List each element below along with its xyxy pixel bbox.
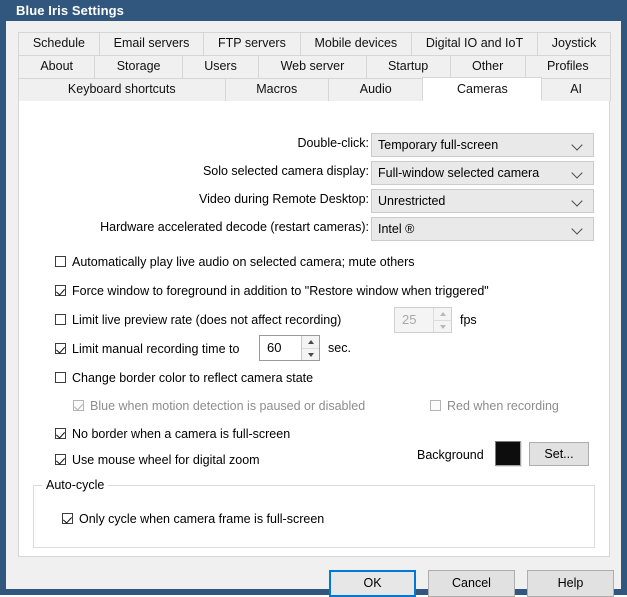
checkbox-box [55,285,66,296]
hardware-decode-row: Hardware accelerated decode (restart cam… [19,217,611,241]
auto-audio-checkbox[interactable]: Automatically play live audio on selecte… [55,255,415,275]
blue-paused-label: Blue when motion detection is paused or … [90,399,366,413]
force-foreground-label: Force window to foreground in addition t… [72,284,489,298]
red-recording-checkbox: Red when recording [430,399,559,419]
border-color-label: Change border color to reflect camera st… [72,371,314,385]
remote-desktop-select[interactable]: Unrestricted [371,189,594,213]
limit-manual-checkbox[interactable]: Limit manual recording time to [55,342,239,362]
solo-display-row: Solo selected camera display: Full-windo… [19,161,611,185]
fps-spinner[interactable]: 25 [394,307,452,333]
tab-other[interactable]: Other [449,55,526,78]
spinner-down-icon[interactable] [302,348,319,361]
fps-unit-label: fps [460,313,477,327]
fps-value: 25 [402,312,417,327]
remote-desktop-value: Unrestricted [378,194,446,208]
tab-digital-io-and-iot[interactable]: Digital IO and IoT [411,32,538,55]
checkbox-box [73,400,84,411]
spinner-up-icon[interactable] [434,308,451,320]
checkbox-box [55,256,66,267]
chevron-down-icon [571,218,585,240]
double-click-select[interactable]: Temporary full-screen [371,133,594,157]
seconds-unit-label: sec. [328,341,351,355]
tab-keyboard-shortcuts[interactable]: Keyboard shortcuts [18,78,226,101]
auto-audio-label: Automatically play live audio on selecte… [72,255,415,269]
only-cycle-checkbox[interactable]: Only cycle when camera frame is full-scr… [62,512,324,532]
tab-startup[interactable]: Startup [365,55,451,78]
checkbox-box [55,372,66,383]
cancel-button[interactable]: Cancel [428,570,515,597]
spinner-up-icon[interactable] [302,336,319,348]
background-color-swatch[interactable] [495,441,521,466]
ok-button[interactable]: OK [329,570,416,597]
tab-row-2: About Storage Users Web server Startup O… [18,55,611,78]
chevron-down-icon [571,162,585,184]
no-border-label: No border when a camera is full-screen [72,427,291,441]
limit-preview-checkbox[interactable]: Limit live preview rate (does not affect… [55,313,341,333]
tab-ftp-servers[interactable]: FTP servers [203,32,301,55]
blue-paused-checkbox: Blue when motion detection is paused or … [73,399,365,419]
checkbox-box [62,513,73,524]
remote-desktop-row: Video during Remote Desktop: Unrestricte… [19,189,611,213]
tab-cameras[interactable]: Cameras [422,77,543,101]
checkbox-box [55,428,66,439]
tab-users[interactable]: Users [181,55,260,78]
checkbox-box [55,454,66,465]
background-label: Background [417,448,484,462]
fps-spinner-buttons[interactable] [433,308,451,332]
spinner-down-icon[interactable] [434,320,451,333]
limit-manual-label: Limit manual recording time to [72,342,240,356]
solo-display-value: Full-window selected camera [378,166,540,180]
window-title: Blue Iris Settings [16,3,124,18]
tab-mobile-devices[interactable]: Mobile devices [299,32,412,55]
only-cycle-label: Only cycle when camera frame is full-scr… [79,512,325,526]
tab-email-servers[interactable]: Email servers [98,32,205,55]
tab-about[interactable]: About [18,55,96,78]
remote-desktop-label: Video during Remote Desktop: [198,192,369,206]
limit-preview-label: Limit live preview rate (does not affect… [72,313,342,327]
tab-web-server[interactable]: Web server [258,55,367,78]
hardware-decode-value: Intel ® [378,222,415,236]
tab-strip: Schedule Email servers FTP servers Mobil… [18,32,612,101]
tab-schedule[interactable]: Schedule [18,32,100,55]
checkbox-box [430,400,441,411]
solo-display-label: Solo selected camera display: [202,164,369,178]
double-click-row: Double-click: Temporary full-screen [19,133,611,157]
tab-row-1: Schedule Email servers FTP servers Mobil… [18,32,612,55]
tab-row-3: Keyboard shortcuts Macros Audio Cameras … [18,77,611,101]
seconds-value: 60 [267,340,282,355]
hardware-decode-label: Hardware accelerated decode (restart cam… [100,220,369,234]
settings-window: Blue Iris Settings Schedule Email server… [0,0,627,597]
auto-cycle-legend: Auto-cycle [42,478,109,492]
red-recording-label: Red when recording [447,399,559,413]
no-border-checkbox[interactable]: No border when a camera is full-screen [55,427,290,447]
checkbox-box [55,314,66,325]
seconds-spinner-buttons[interactable] [301,336,319,360]
tab-joystick[interactable]: Joystick [536,32,612,55]
chevron-down-icon [571,134,585,156]
dialog-client-area: Schedule Email servers FTP servers Mobil… [6,21,621,597]
tab-macros[interactable]: Macros [224,78,329,101]
auto-cycle-group: Auto-cycle Only cycle when camera frame … [33,478,595,548]
checkbox-box [55,343,66,354]
title-bar: Blue Iris Settings [0,0,627,21]
tab-audio[interactable]: Audio [328,78,424,101]
chevron-down-icon [571,190,585,212]
set-background-button[interactable]: Set... [529,442,589,466]
seconds-spinner[interactable]: 60 [259,335,320,361]
solo-display-select[interactable]: Full-window selected camera [371,161,594,185]
mouse-wheel-label: Use mouse wheel for digital zoom [72,453,260,467]
border-color-checkbox[interactable]: Change border color to reflect camera st… [55,371,313,391]
tab-profiles[interactable]: Profiles [524,55,611,78]
hardware-decode-select[interactable]: Intel ® [371,217,594,241]
tab-storage[interactable]: Storage [94,55,183,78]
mouse-wheel-checkbox[interactable]: Use mouse wheel for digital zoom [55,453,260,473]
double-click-label: Double-click: [297,136,369,150]
force-foreground-checkbox[interactable]: Force window to foreground in addition t… [55,284,489,304]
help-button[interactable]: Help [527,570,614,597]
double-click-value: Temporary full-screen [378,138,499,152]
tab-ai[interactable]: AI [541,78,611,101]
